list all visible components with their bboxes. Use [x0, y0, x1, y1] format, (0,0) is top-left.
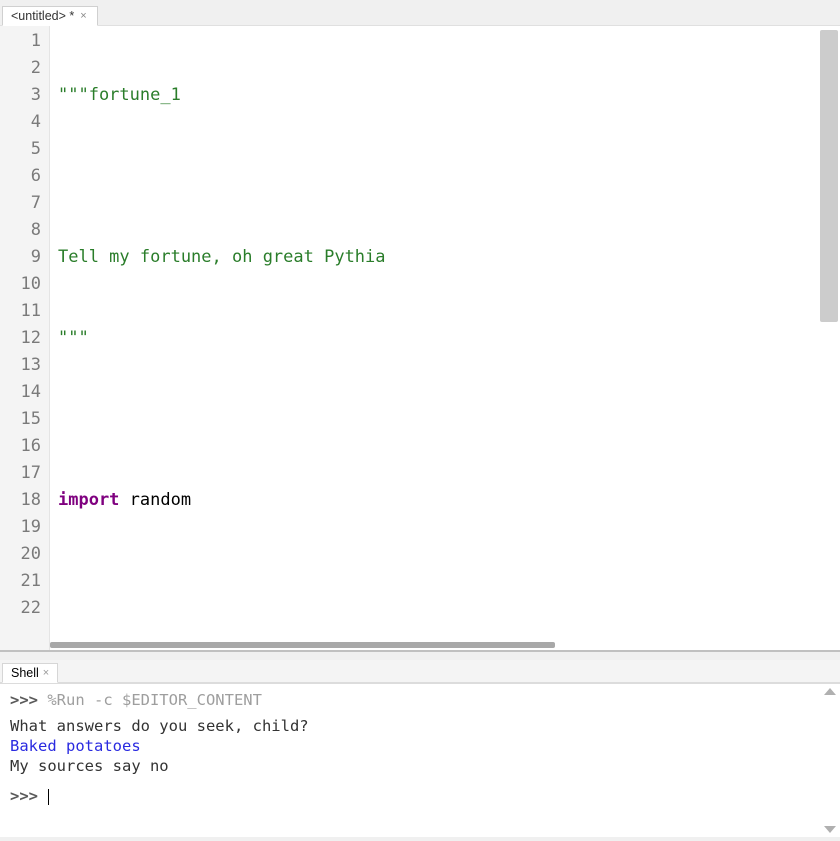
editor-horizontal-scrollbar[interactable] — [50, 642, 555, 648]
shell-tab-label: Shell — [11, 666, 39, 680]
shell-prompt: >>> — [10, 787, 47, 805]
editor-vertical-scrollbar[interactable] — [820, 30, 838, 322]
line-number: 21 — [0, 568, 41, 595]
line-number: 14 — [0, 379, 41, 406]
line-number: 4 — [0, 109, 41, 136]
shell-user-input: Baked potatoes — [10, 736, 830, 756]
editor-tab-bar: <untitled> * × — [0, 0, 840, 26]
line-number: 19 — [0, 514, 41, 541]
code-text: """fortune_1 — [58, 85, 181, 105]
line-number: 12 — [0, 325, 41, 352]
line-number: 6 — [0, 163, 41, 190]
line-number: 18 — [0, 487, 41, 514]
line-number: 2 — [0, 55, 41, 82]
line-number: 7 — [0, 190, 41, 217]
window-footer — [0, 837, 840, 841]
shell-output: What answers do you seek, child? — [10, 716, 830, 736]
line-number: 16 — [0, 433, 41, 460]
line-number: 11 — [0, 298, 41, 325]
line-number: 3 — [0, 82, 41, 109]
line-number: 20 — [0, 541, 41, 568]
editor-tab-label: <untitled> * — [11, 9, 74, 23]
close-icon[interactable]: × — [43, 667, 49, 679]
shell-output: My sources say no — [10, 756, 830, 776]
shell-tab[interactable]: Shell × — [2, 663, 58, 683]
code-text: """ — [58, 328, 89, 348]
pane-splitter[interactable] — [0, 652, 840, 660]
line-number: 17 — [0, 460, 41, 487]
line-number: 10 — [0, 271, 41, 298]
code-editor[interactable]: 12345678910111213141516171819202122 """f… — [0, 26, 840, 652]
shell-tab-bar: Shell × — [0, 660, 840, 684]
code-text: Tell my fortune, oh great Pythia — [58, 247, 386, 267]
shell-command: %Run -c $EDITOR_CONTENT — [47, 691, 262, 709]
code-text: import — [58, 490, 119, 510]
line-number: 9 — [0, 244, 41, 271]
shell-pane[interactable]: >>> %Run -c $EDITOR_CONTENT What answers… — [0, 684, 840, 837]
line-number: 1 — [0, 28, 41, 55]
scroll-up-icon[interactable] — [824, 688, 836, 695]
shell-prompt: >>> — [10, 691, 47, 709]
line-number: 13 — [0, 352, 41, 379]
close-icon[interactable]: × — [78, 11, 88, 22]
code-text: random — [130, 490, 191, 510]
code-area[interactable]: """fortune_1 Tell my fortune, oh great P… — [50, 26, 840, 650]
line-number-gutter: 12345678910111213141516171819202122 — [0, 26, 50, 650]
editor-tab-untitled[interactable]: <untitled> * × — [2, 6, 98, 26]
text-cursor-icon — [48, 789, 49, 805]
scroll-down-icon[interactable] — [824, 826, 836, 833]
line-number: 8 — [0, 217, 41, 244]
line-number: 15 — [0, 406, 41, 433]
line-number: 22 — [0, 595, 41, 622]
line-number: 5 — [0, 136, 41, 163]
